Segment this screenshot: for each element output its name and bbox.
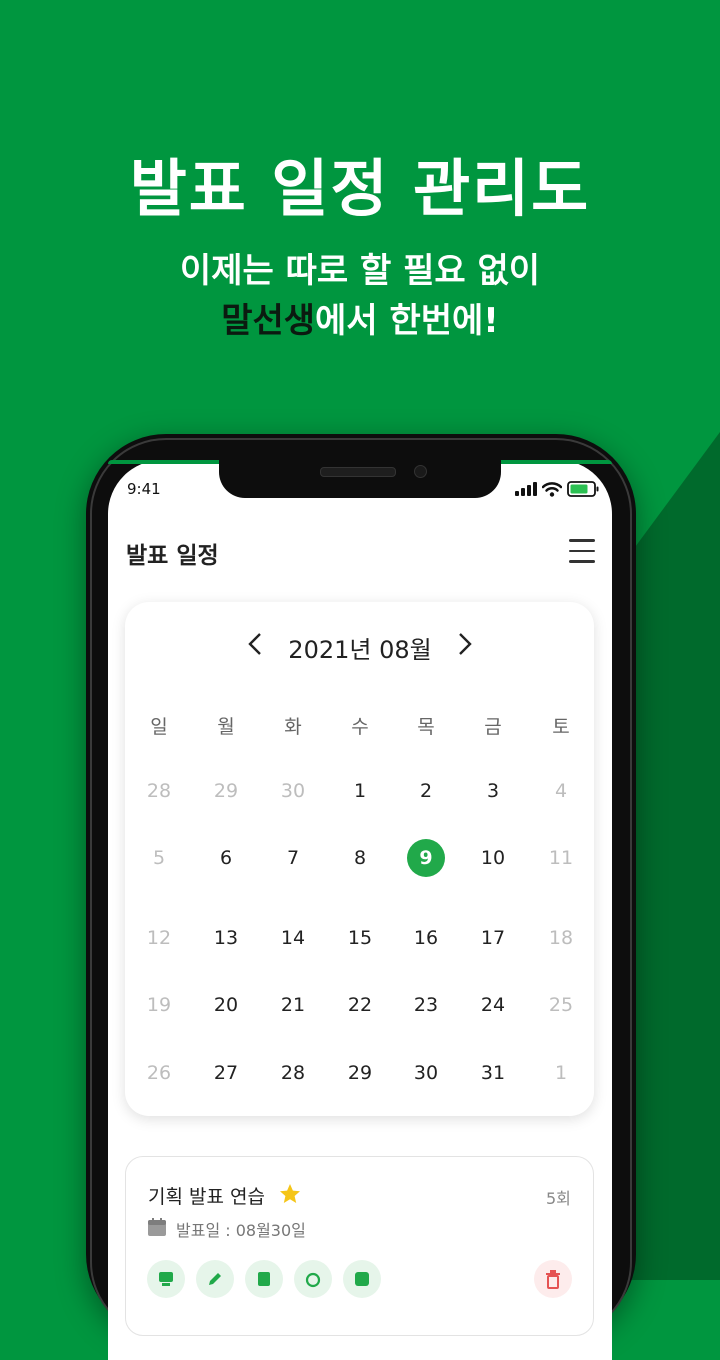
calendar-day[interactable]: 29 [196,780,256,802]
calendar-day[interactable]: 2 [396,780,456,802]
calendar-day[interactable]: 3 [463,780,523,802]
calendar-month-label: 2021년 08월 [288,636,432,664]
weekday-sun: 일 [150,716,168,738]
hamburger-icon[interactable] [569,539,595,563]
calendar-day[interactable]: 1 [531,1062,591,1084]
signal-icon [515,482,537,496]
brand-name: 말선생 [221,301,316,341]
delete-button[interactable] [534,1260,572,1298]
calendar-day[interactable]: 8 [330,847,390,869]
weekday-mon: 월 [217,716,235,738]
calendar-day[interactable]: 27 [196,1062,256,1084]
star-icon[interactable] [278,1182,302,1206]
calendar-day[interactable]: 22 [330,994,390,1016]
list-icon [355,1272,369,1286]
calendar-day[interactable]: 19 [129,994,189,1016]
chevron-left-icon[interactable] [240,626,270,663]
practice-count: 5회 [546,1189,571,1208]
calendar-day[interactable]: 24 [463,994,523,1016]
page-title: 발표 일정 [126,543,219,569]
calendar-day[interactable]: 26 [129,1062,189,1084]
promo-subtitle-line2: 말선생에서 한번에! [0,296,720,346]
weekday-sat: 토 [552,716,570,738]
status-time: 9:41 [127,480,161,498]
weekday-thu: 목 [417,716,435,738]
weekday-fri: 금 [484,716,502,738]
promo-headline: 발표 일정 관리도 [129,152,591,225]
calendar-day[interactable]: 28 [263,1062,323,1084]
calendar-day[interactable]: 16 [396,927,456,949]
calendar-day[interactable]: 11 [531,847,591,869]
calendar-day[interactable]: 21 [263,994,323,1016]
calendar-day[interactable]: 31 [463,1062,523,1084]
calendar-day[interactable]: 13 [196,927,256,949]
phone-notch [219,460,501,498]
list-button[interactable] [343,1260,381,1298]
calendar-day[interactable]: 23 [396,994,456,1016]
calendar-day[interactable]: 17 [463,927,523,949]
wifi-icon [542,481,562,497]
alarm-icon [305,1272,321,1288]
edit-button[interactable] [196,1260,234,1298]
phone-camera [414,465,427,478]
trash-icon [546,1270,560,1289]
calendar-day[interactable]: 18 [531,927,591,949]
promo-subtitle-line2-rest: 에서 한번에! [315,301,499,341]
battery-icon [567,481,599,497]
promo-subtitle-line1: 이제는 따로 할 필요 없이 [179,251,541,291]
alarm-button[interactable] [294,1260,332,1298]
calendar-day[interactable]: 29 [330,1062,390,1084]
note-icon [258,1272,270,1286]
pencil-icon [209,1273,221,1285]
presentation-date: 발표일 : 08월30일 [176,1221,306,1240]
note-button[interactable] [245,1260,283,1298]
phone-speaker [320,467,396,477]
calendar-day[interactable]: 30 [396,1062,456,1084]
calendar-day[interactable]: 25 [531,994,591,1016]
status-icons [515,480,599,498]
calendar-day[interactable]: 5 [129,847,189,869]
calendar-day[interactable]: 4 [531,780,591,802]
chevron-right-icon[interactable] [450,626,480,663]
promo-subtitle: 이제는 따로 할 필요 없이 말선생에서 한번에! [0,246,720,346]
weekday-tue: 화 [284,716,302,738]
calendar-day[interactable]: 10 [463,847,523,869]
calendar-day[interactable]: 12 [129,927,189,949]
calendar-day[interactable]: 28 [129,780,189,802]
calendar-day[interactable]: 6 [196,847,256,869]
calendar-day[interactable]: 30 [263,780,323,802]
calendar-day[interactable]: 15 [330,927,390,949]
calendar-day[interactable]: 1 [330,780,390,802]
calendar-day[interactable]: 14 [263,927,323,949]
calendar-day[interactable]: 20 [196,994,256,1016]
calendar-day-today[interactable]: 9 [396,847,456,869]
script-icon [159,1272,173,1286]
script-button[interactable] [147,1260,185,1298]
schedule-title: 기획 발표 연습 [148,1186,265,1208]
weekday-wed: 수 [351,716,369,738]
calendar-icon [148,1218,166,1236]
calendar-day[interactable]: 7 [263,847,323,869]
